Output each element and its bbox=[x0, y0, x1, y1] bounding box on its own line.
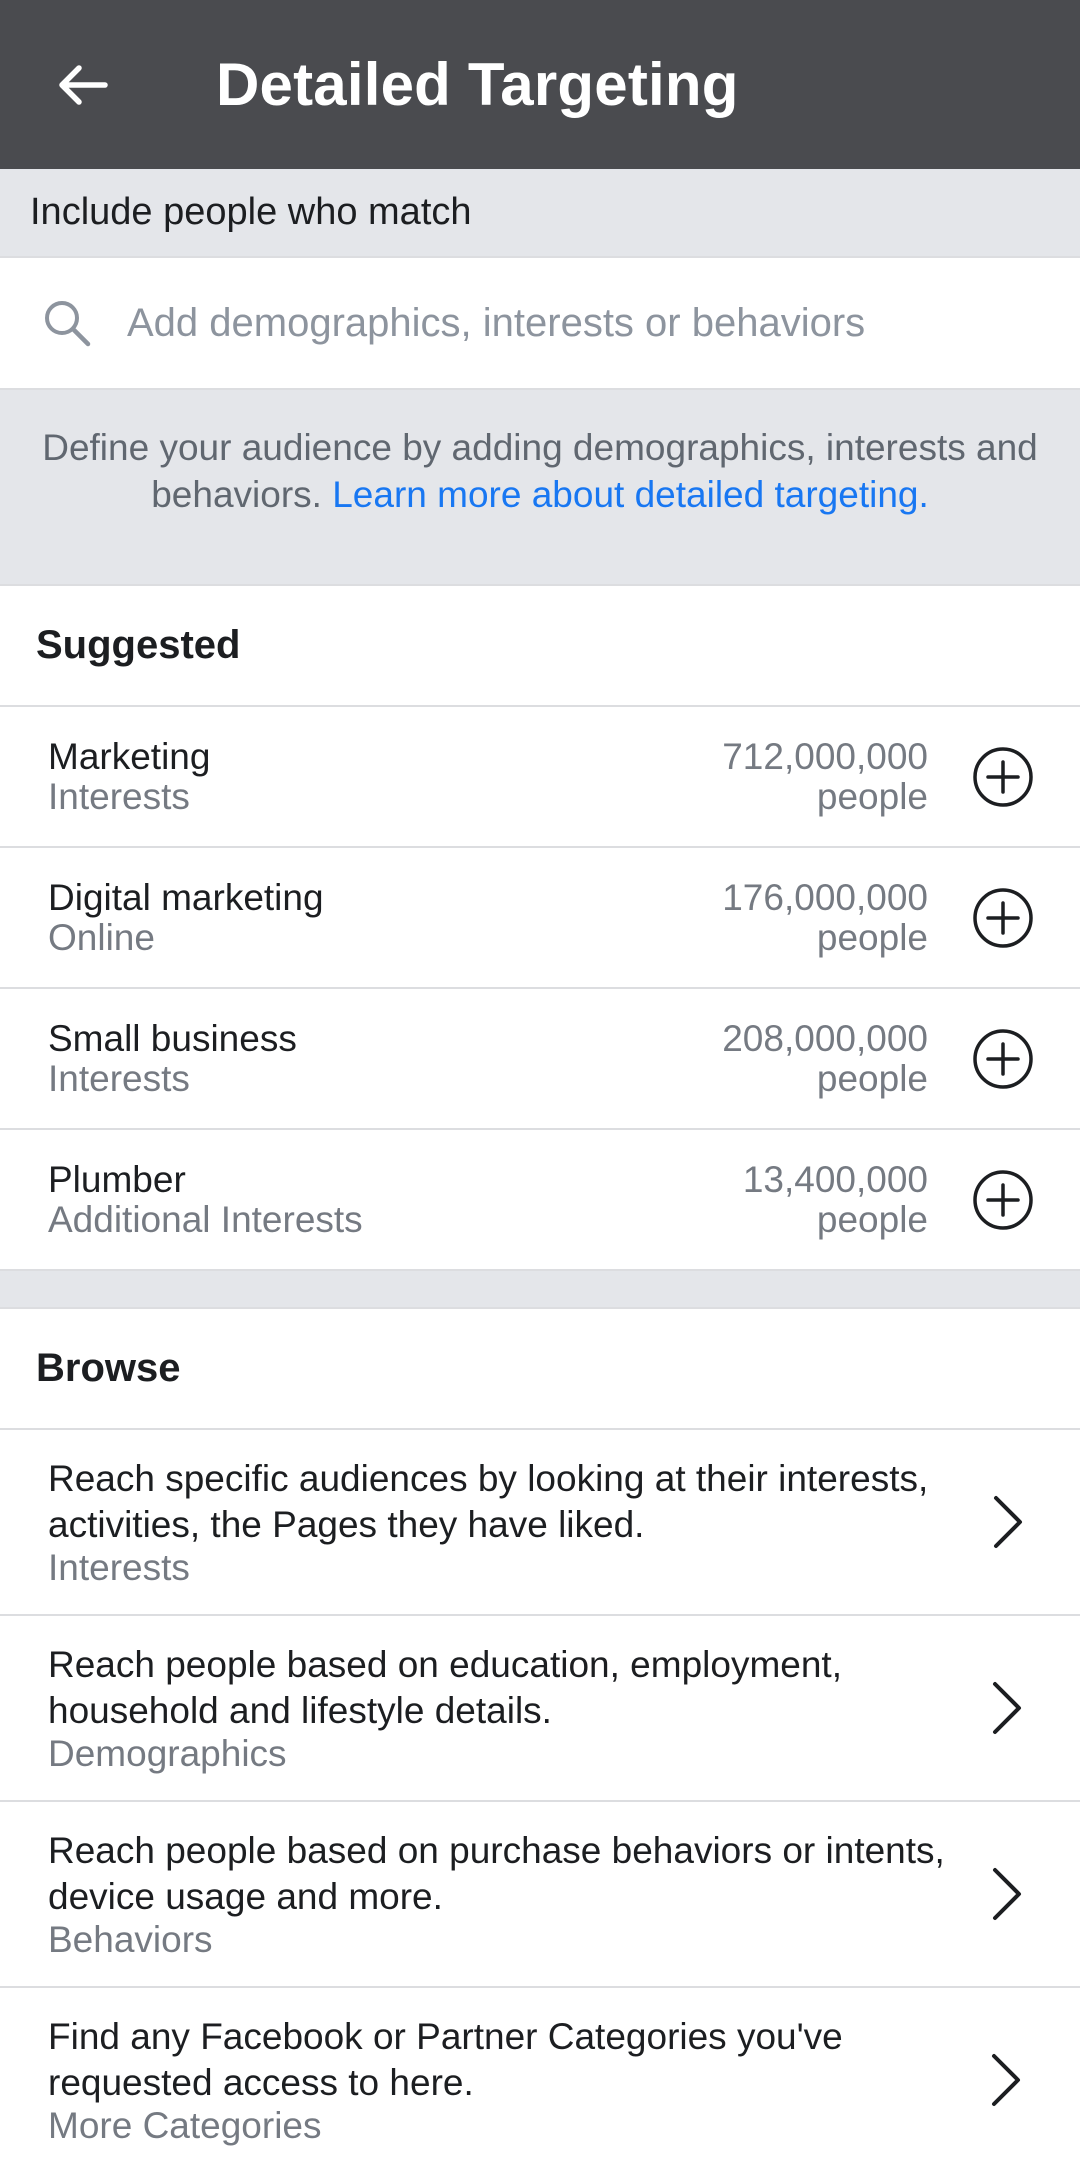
suggested-item-category: Online bbox=[48, 916, 155, 958]
search-icon bbox=[45, 301, 91, 347]
suggested-item-name: Marketing bbox=[48, 735, 211, 777]
plus-circle-icon bbox=[973, 887, 1033, 948]
audience-unit: people bbox=[816, 775, 928, 817]
suggested-item-category: Additional Interests bbox=[48, 1198, 363, 1240]
audience-unit: people bbox=[816, 916, 928, 958]
add-button[interactable] bbox=[968, 1024, 1038, 1094]
audience-unit: people bbox=[816, 1198, 928, 1240]
suggested-item-name: Small business bbox=[48, 1017, 297, 1059]
plus-circle-icon bbox=[973, 1028, 1033, 1089]
info-panel: Define your audience by adding demograph… bbox=[0, 390, 1080, 586]
add-button[interactable] bbox=[968, 1165, 1038, 1235]
suggested-item-marketing: Marketing Interests 712,000,000 people bbox=[0, 707, 1080, 848]
chevron-right-icon bbox=[988, 1492, 1028, 1552]
browse-item-category: Behaviors bbox=[48, 1919, 213, 1960]
audience-unit: people bbox=[816, 1057, 928, 1099]
audience-size: 176,000,000 bbox=[722, 876, 928, 918]
suggested-item-category: Interests bbox=[48, 775, 190, 817]
search-input[interactable] bbox=[127, 300, 1027, 346]
back-button[interactable] bbox=[0, 0, 166, 169]
include-label: Include people who match bbox=[0, 169, 1080, 256]
suggested-item-name: Digital marketing bbox=[48, 876, 324, 918]
audience-size: 13,400,000 bbox=[742, 1158, 928, 1200]
suggested-item-name: Plumber bbox=[48, 1158, 186, 1200]
browse-item-description: Reach specific audiences by looking at t… bbox=[48, 1458, 929, 1545]
arrow-left-icon bbox=[59, 64, 108, 105]
browse-item-interests[interactable]: Reach specific audiences by looking at t… bbox=[0, 1430, 1080, 1616]
add-button[interactable] bbox=[968, 742, 1038, 812]
browse-item-description: Find any Facebook or Partner Categories … bbox=[48, 2016, 843, 2103]
suggested-item-digital-marketing: Digital marketing Online 176,000,000 peo… bbox=[0, 848, 1080, 989]
suggested-item-category: Interests bbox=[48, 1057, 190, 1099]
browse-item-category: Demographics bbox=[48, 1733, 287, 1774]
chevron-right-icon bbox=[984, 2050, 1028, 2110]
plus-circle-icon bbox=[973, 746, 1033, 807]
audience-size: 208,000,000 bbox=[722, 1017, 928, 1059]
suggested-heading: Suggested bbox=[0, 586, 1080, 707]
browse-heading: Browse bbox=[0, 1309, 1080, 1430]
section-divider bbox=[0, 1271, 1080, 1309]
chevron-right-icon bbox=[987, 1678, 1028, 1738]
search-bar[interactable] bbox=[0, 256, 1080, 390]
add-button[interactable] bbox=[968, 883, 1038, 953]
audience-size: 712,000,000 bbox=[722, 735, 928, 777]
browse-item-category: Interests bbox=[48, 1547, 190, 1588]
suggested-item-plumber: Plumber Additional Interests 13,400,000 … bbox=[0, 1130, 1080, 1271]
learn-more-link[interactable]: Learn more about detailed targeting. bbox=[332, 474, 929, 515]
browse-item-description: Reach people based on purchase behaviors… bbox=[48, 1830, 945, 1917]
browse-item-category: More Categories bbox=[48, 2105, 322, 2146]
top-app-bar: Detailed Targeting bbox=[0, 0, 1080, 169]
plus-circle-icon bbox=[973, 1169, 1033, 1230]
page-title: Detailed Targeting bbox=[216, 51, 739, 118]
browse-item-demographics[interactable]: Reach people based on education, employm… bbox=[0, 1616, 1080, 1802]
browse-item-behaviors[interactable]: Reach people based on purchase behaviors… bbox=[0, 1802, 1080, 1988]
suggested-item-small-business: Small business Interests 208,000,000 peo… bbox=[0, 989, 1080, 1130]
browse-item-description: Reach people based on education, employm… bbox=[48, 1644, 842, 1731]
chevron-right-icon bbox=[987, 1864, 1028, 1924]
browse-item-more-categories[interactable]: Find any Facebook or Partner Categories … bbox=[0, 1988, 1080, 2166]
